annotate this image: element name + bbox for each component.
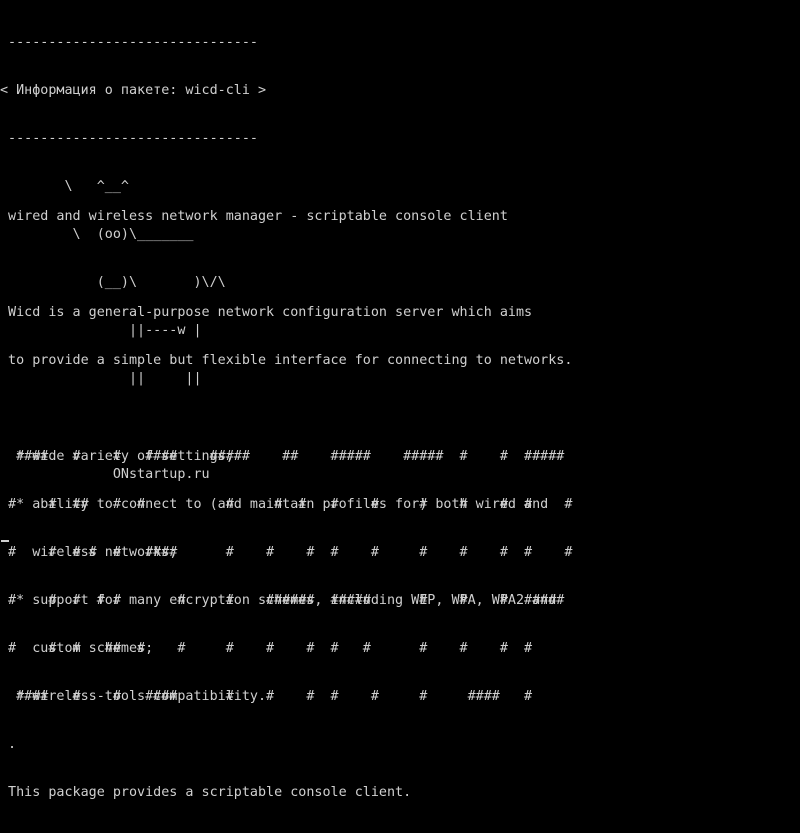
speech-bubble-text: < Информация о пакете: wicd-cli > <box>0 83 267 98</box>
description-line: Wicd is a general-purpose network config… <box>0 305 533 320</box>
banner-line: #### # # #### # # # # # # #### # <box>0 689 533 704</box>
terminal-screen[interactable]: ------------------------------- < Информ… <box>0 0 800 800</box>
description-line: This package provides a scriptable conso… <box>0 785 412 800</box>
ascii-art-banner: #### # # #### ##### ## ##### ##### # # #… <box>0 417 572 737</box>
banner-line: #### # # #### ##### ## ##### ##### # # #… <box>0 449 565 464</box>
description-line: wired and wireless network manager - scr… <box>0 209 508 224</box>
speech-bubble-bottom: ------------------------------- <box>0 131 258 146</box>
banner-line: # # ## # # # # # # # # # # # # <box>0 497 573 512</box>
banner-line: # # # # # #### # # # # # # # # # # <box>0 545 573 560</box>
description-line: to provide a simple but flexible interfa… <box>0 353 573 368</box>
banner-line: # # # ## # # # # # # # # # # # <box>0 641 533 656</box>
speech-bubble-top: ------------------------------- <box>0 35 258 50</box>
description-line <box>0 257 572 273</box>
text-cursor <box>1 540 9 542</box>
banner-line: # # # # # # # ###### ##### # # # ##### <box>0 593 565 608</box>
description-line <box>0 401 572 417</box>
description-line: . <box>0 737 17 752</box>
